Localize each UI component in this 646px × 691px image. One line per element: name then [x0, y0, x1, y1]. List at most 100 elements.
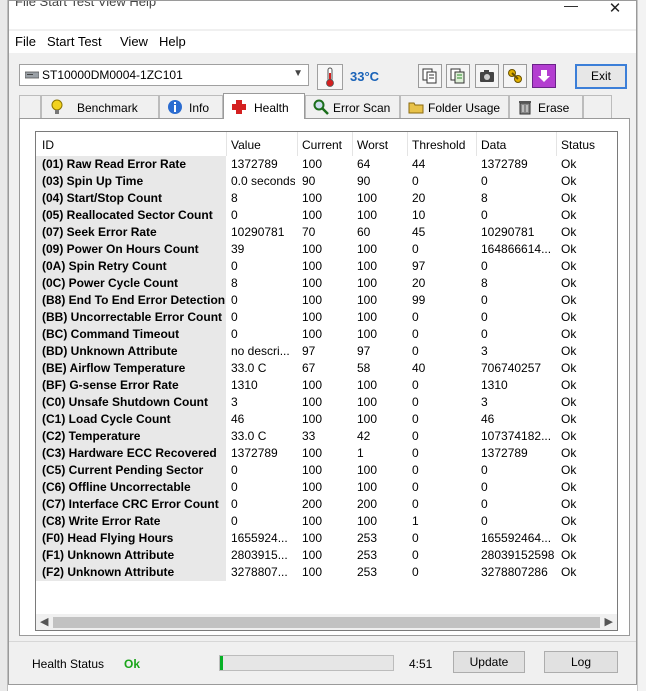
menu-view[interactable]: View — [120, 34, 148, 49]
table-row[interactable]: (BB) Uncorrectable Error Count 0 100 100 0 0 O… — [36, 309, 617, 326]
cell-id: (04) Start/Stop Count — [36, 190, 226, 207]
cell-threshold: 0 — [412, 344, 419, 358]
table-row[interactable]: (05) Reallocated Sector Count 0 100 100 10 0 O… — [36, 207, 617, 224]
cell-value: 10290781 — [231, 225, 285, 239]
table-row[interactable]: (F0) Head Flying Hours 1655924... 100 253 0 1… — [36, 530, 617, 547]
table-row[interactable]: (BC) Command Timeout 0 100 100 0 0 Ok — [36, 326, 617, 343]
table-row[interactable]: (B8) End To End Error Detection 0 100 100 99… — [36, 292, 617, 309]
table-row[interactable]: (BE) Airflow Temperature 33.0 C 67 58 40 7067… — [36, 360, 617, 377]
table-row[interactable]: (0C) Power Cycle Count 8 100 100 20 8 Ok — [36, 275, 617, 292]
title-bar[interactable]: File Start Test View Help — ✕ — [9, 1, 636, 29]
log-button[interactable]: Log — [544, 651, 618, 673]
table-row[interactable]: (C5) Current Pending Sector 0 100 100 0 0 Ok — [36, 462, 617, 479]
scrollbar-thumb[interactable] — [53, 617, 600, 628]
table-row[interactable]: (BD) Unknown Attribute no descri... 97 97 0 3… — [36, 343, 617, 360]
menu-file[interactable]: File — [15, 34, 36, 49]
table-row[interactable]: (C1) Load Cycle Count 46 100 100 0 46 Ok — [36, 411, 617, 428]
tab-label: Error Scan — [333, 101, 391, 115]
table-row[interactable]: (0A) Spin Retry Count 0 100 100 97 0 Ok — [36, 258, 617, 275]
table-row[interactable]: (F2) Unknown Attribute 3278807... 100 253 0 3… — [36, 564, 617, 581]
cell-value: 1372789 — [231, 446, 278, 460]
cell-current: 100 — [302, 327, 323, 341]
screenshot-button[interactable] — [475, 64, 499, 88]
cell-current: 100 — [302, 242, 323, 256]
drive-select[interactable]: ST10000DM0004-1ZC101 ▼ — [19, 64, 309, 86]
tab-spacer — [583, 95, 612, 118]
cell-worst: 100 — [357, 276, 378, 290]
cell-id: (BE) Airflow Temperature — [36, 360, 226, 377]
cell-current: 100 — [302, 208, 323, 222]
column-header-data[interactable]: Data — [481, 138, 506, 152]
table-row[interactable]: (BF) G-sense Error Rate 1310 100 100 0 1310 Ok — [36, 377, 617, 394]
download-arrow-icon — [538, 70, 550, 82]
tab-error-scan[interactable]: Error Scan — [305, 95, 400, 118]
cell-worst: 100 — [357, 395, 378, 409]
close-icon[interactable]: ✕ — [605, 1, 625, 19]
cell-value: 0 — [231, 310, 238, 324]
cell-worst: 1 — [357, 446, 364, 460]
table-row[interactable]: (C6) Offline Uncorrectable 0 100 100 0 0 Ok — [36, 479, 617, 496]
column-header-value[interactable]: Value — [231, 138, 261, 152]
column-header-status[interactable]: Status — [561, 138, 595, 152]
update-button[interactable]: Update — [453, 651, 525, 673]
menu-help[interactable]: Help — [159, 34, 186, 49]
cell-threshold: 1 — [412, 514, 419, 528]
cell-id: (C3) Hardware ECC Recovered — [36, 445, 226, 462]
cell-threshold: 0 — [412, 395, 419, 409]
cell-threshold: 0 — [412, 480, 419, 494]
tab-health[interactable]: Health — [223, 93, 305, 119]
tab-erase[interactable]: Erase — [509, 95, 583, 118]
cell-status: Ok — [561, 225, 577, 239]
cell-current: 100 — [302, 259, 323, 273]
cell-value: 0.0 seconds — [231, 174, 295, 188]
table-row[interactable]: (C0) Unsafe Shutdown Count 3 100 100 0 3 Ok — [36, 394, 617, 411]
scroll-right-icon[interactable]: ▶ — [605, 615, 613, 628]
tab-benchmark[interactable]: Benchmark — [41, 95, 159, 118]
cell-id: (F0) Head Flying Hours — [36, 530, 226, 547]
cell-status: Ok — [561, 361, 577, 375]
table-row[interactable]: (C2) Temperature 33.0 C 33 42 0 107374182... O… — [36, 428, 617, 445]
horizontal-scrollbar[interactable]: ◀ ▶ — [36, 614, 617, 630]
column-header-threshold[interactable]: Threshold — [412, 138, 465, 152]
copy-button[interactable] — [418, 64, 442, 88]
options-button[interactable] — [503, 64, 527, 88]
table-row[interactable]: (04) Start/Stop Count 8 100 100 20 8 Ok — [36, 190, 617, 207]
copy-all-button[interactable] — [446, 64, 470, 88]
hard-drive-icon — [25, 71, 39, 79]
column-header-worst[interactable]: Worst — [357, 138, 388, 152]
cell-status: Ok — [561, 259, 577, 273]
table-row[interactable]: (C3) Hardware ECC Recovered 1372789 100 1 0 1… — [36, 445, 617, 462]
cell-current: 100 — [302, 531, 323, 545]
cell-status: Ok — [561, 531, 577, 545]
smart-attributes-table[interactable]: ID Value Current Worst Threshold Data St… — [35, 131, 618, 631]
column-header-current[interactable]: Current — [302, 138, 342, 152]
cell-value: 8 — [231, 276, 238, 290]
minimize-icon[interactable]: — — [561, 1, 581, 17]
cell-value: 8 — [231, 191, 238, 205]
cell-threshold: 99 — [412, 293, 426, 307]
chevron-down-icon[interactable]: ▼ — [293, 68, 303, 79]
table-row[interactable]: (09) Power On Hours Count 39 100 100 0 164866… — [36, 241, 617, 258]
cell-status: Ok — [561, 463, 577, 477]
tab-info[interactable]: Info — [159, 95, 223, 118]
column-header-id[interactable]: ID — [42, 138, 54, 152]
cell-status: Ok — [561, 514, 577, 528]
table-row[interactable]: (F1) Unknown Attribute 2803915... 100 253 0 2… — [36, 547, 617, 564]
cell-data: 1310 — [481, 378, 508, 392]
scroll-left-icon[interactable]: ◀ — [40, 615, 48, 628]
table-row[interactable]: (C8) Write Error Rate 0 100 100 1 0 Ok — [36, 513, 617, 530]
cell-id: (C1) Load Cycle Count — [36, 411, 226, 428]
table-row[interactable]: (01) Raw Read Error Rate 1372789 100 64 44 13… — [36, 156, 617, 173]
tab-folder-usage[interactable]: Folder Usage — [400, 95, 509, 118]
table-row[interactable]: (07) Seek Error Rate 10290781 70 60 45 102907… — [36, 224, 617, 241]
table-row[interactable]: (03) Spin Up Time 0.0 seconds 90 90 0 0 Ok — [36, 173, 617, 190]
exit-button[interactable]: Exit — [575, 64, 627, 89]
download-button[interactable] — [532, 64, 556, 88]
cell-worst: 97 — [357, 344, 371, 358]
cell-current: 100 — [302, 276, 323, 290]
cell-id: (C5) Current Pending Sector — [36, 462, 226, 479]
cell-worst: 100 — [357, 242, 378, 256]
table-row[interactable]: (C7) Interface CRC Error Count 0 200 200 0 0 O… — [36, 496, 617, 513]
cell-current: 100 — [302, 378, 323, 392]
menu-start-test[interactable]: Start Test — [47, 34, 102, 49]
